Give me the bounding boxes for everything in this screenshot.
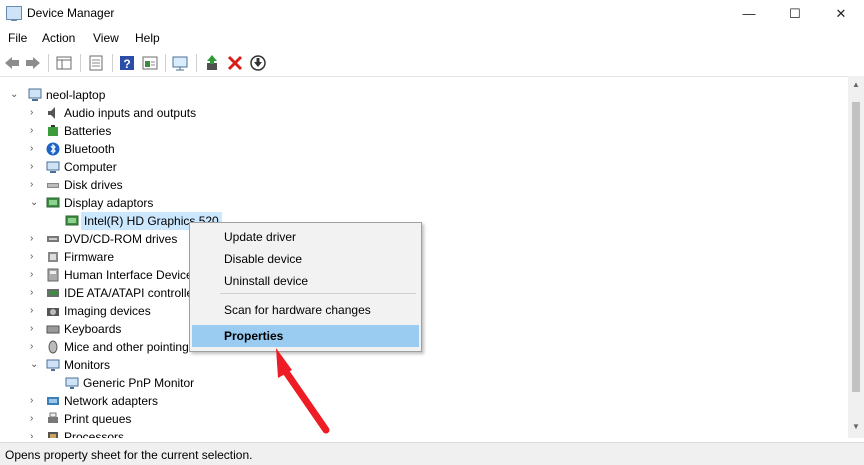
status-text: Opens property sheet for the current sel…: [5, 448, 253, 462]
status-bar: Opens property sheet for the current sel…: [0, 442, 864, 465]
annotation-arrow: [276, 348, 330, 434]
arrow-shaft: [282, 368, 330, 434]
